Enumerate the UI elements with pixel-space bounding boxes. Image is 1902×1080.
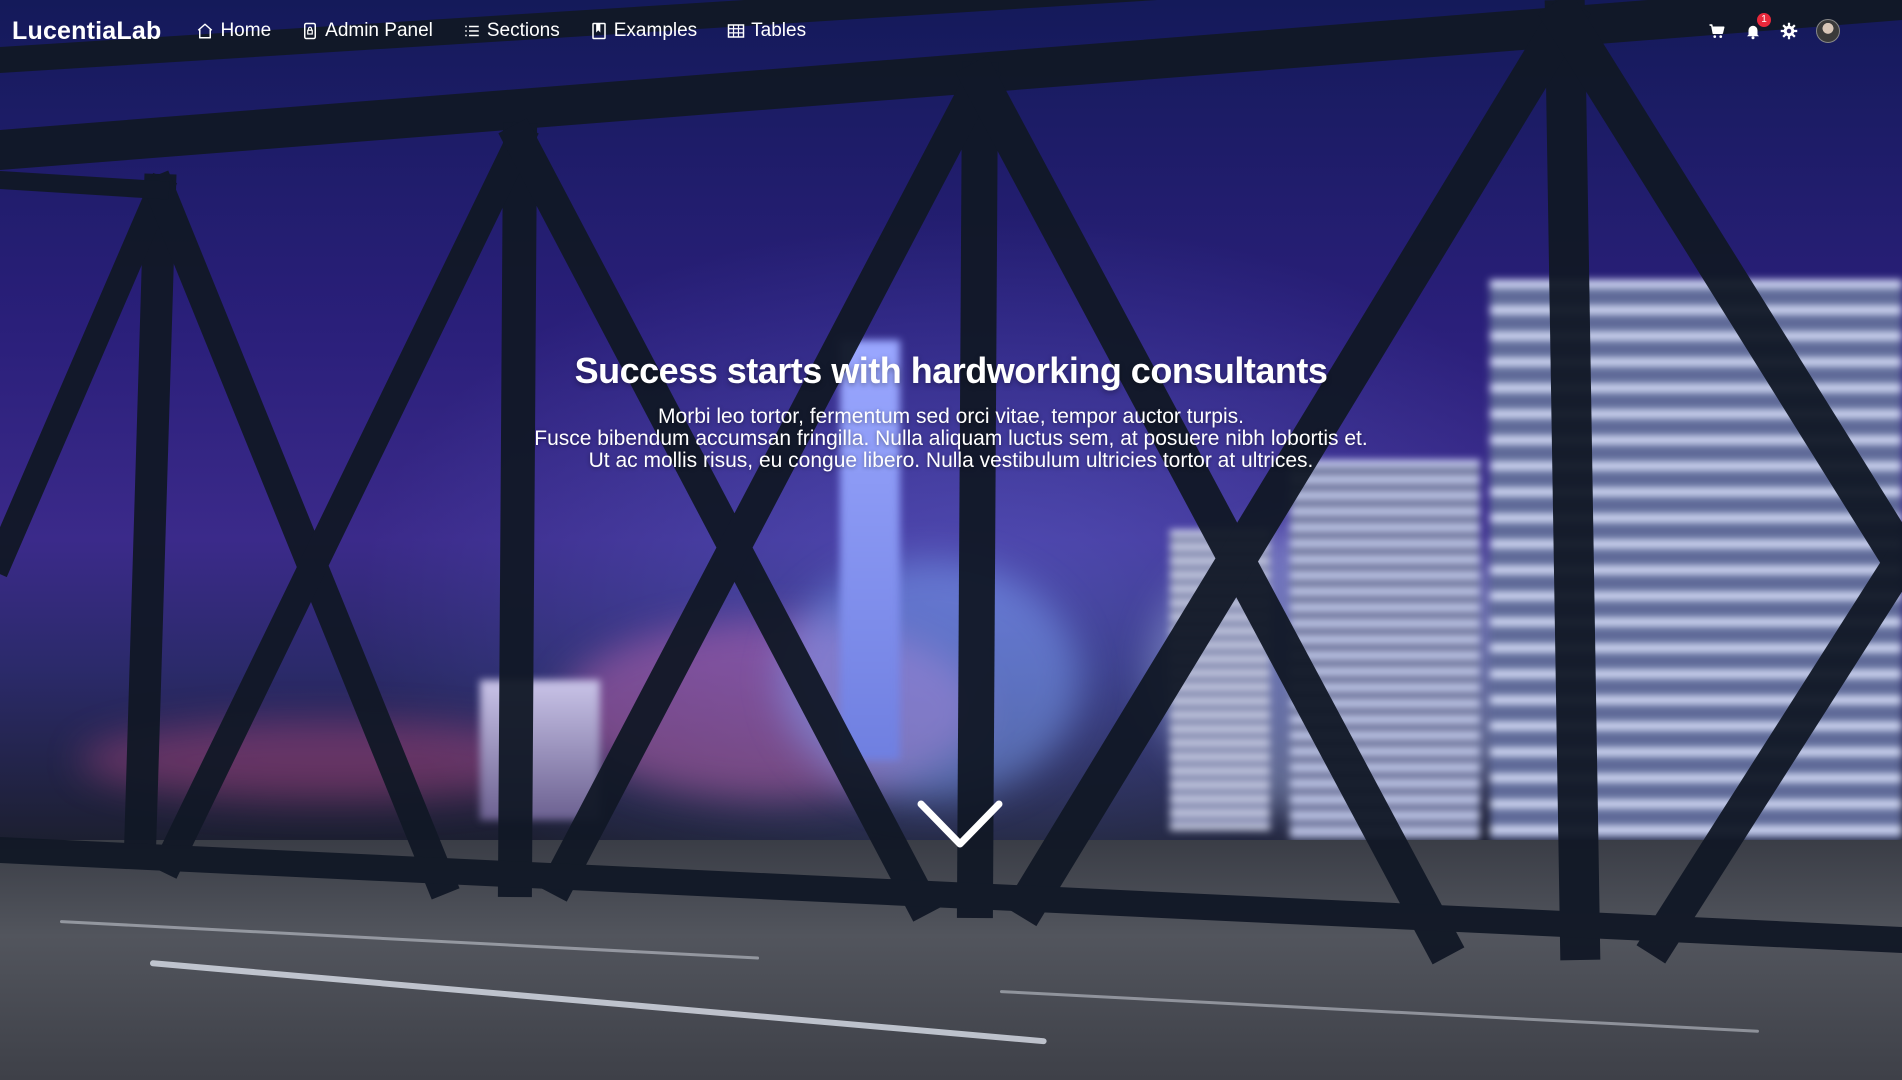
navbar: LucentiaLab Home Admin Panel Sections Ex…: [0, 0, 1902, 62]
cart-button[interactable]: [1708, 22, 1726, 40]
list-icon: [465, 25, 479, 37]
hero-subtitle-line-3: Ut ac mollis risus, eu congue libero. Nu…: [588, 449, 1314, 472]
scroll-down-button[interactable]: [917, 800, 1003, 850]
nav-links: Home Admin Panel Sections Examples Table…: [181, 14, 821, 48]
gear-icon: [1780, 22, 1798, 40]
notifications-button[interactable]: 1: [1744, 13, 1771, 40]
notification-badge: 1: [1757, 13, 1771, 27]
hero-content: Success starts with hardworking consulta…: [0, 350, 1902, 472]
home-icon: [198, 23, 213, 39]
nav-item-label: Admin Panel: [325, 20, 433, 41]
hero-subtitle-line-2: Fusce bibendum accumsan fringilla. Nulla…: [534, 427, 1368, 450]
nav-item-admin-panel[interactable]: Admin Panel: [286, 14, 448, 48]
nav-item-examples[interactable]: Examples: [575, 14, 712, 48]
settings-button[interactable]: [1780, 22, 1798, 40]
table-icon: [727, 24, 745, 38]
nav-item-label: Home: [220, 20, 272, 41]
hero-background: LucentiaLab Home Admin Panel Sections Ex…: [0, 0, 1902, 1080]
nav-item-label: Examples: [613, 20, 698, 41]
nav-actions: 1: [1708, 13, 1890, 43]
book-icon: [592, 22, 606, 40]
chevron-down-icon: [917, 800, 1003, 848]
nav-item-label: Tables: [751, 20, 807, 41]
nav-item-tables[interactable]: Tables: [712, 14, 821, 48]
nav-item-sections[interactable]: Sections: [448, 14, 575, 48]
avatar[interactable]: [1816, 19, 1840, 43]
nav-item-home[interactable]: Home: [181, 14, 286, 48]
hero-subtitle-line-1: Morbi leo tortor, fermentum sed orci vit…: [658, 405, 1244, 428]
hero-title: Success starts with hardworking consulta…: [574, 350, 1328, 391]
brand-logo[interactable]: LucentiaLab: [12, 17, 161, 46]
lock-icon: [304, 22, 317, 40]
nav-item-label: Sections: [486, 20, 560, 41]
cart-icon: [1709, 24, 1725, 38]
